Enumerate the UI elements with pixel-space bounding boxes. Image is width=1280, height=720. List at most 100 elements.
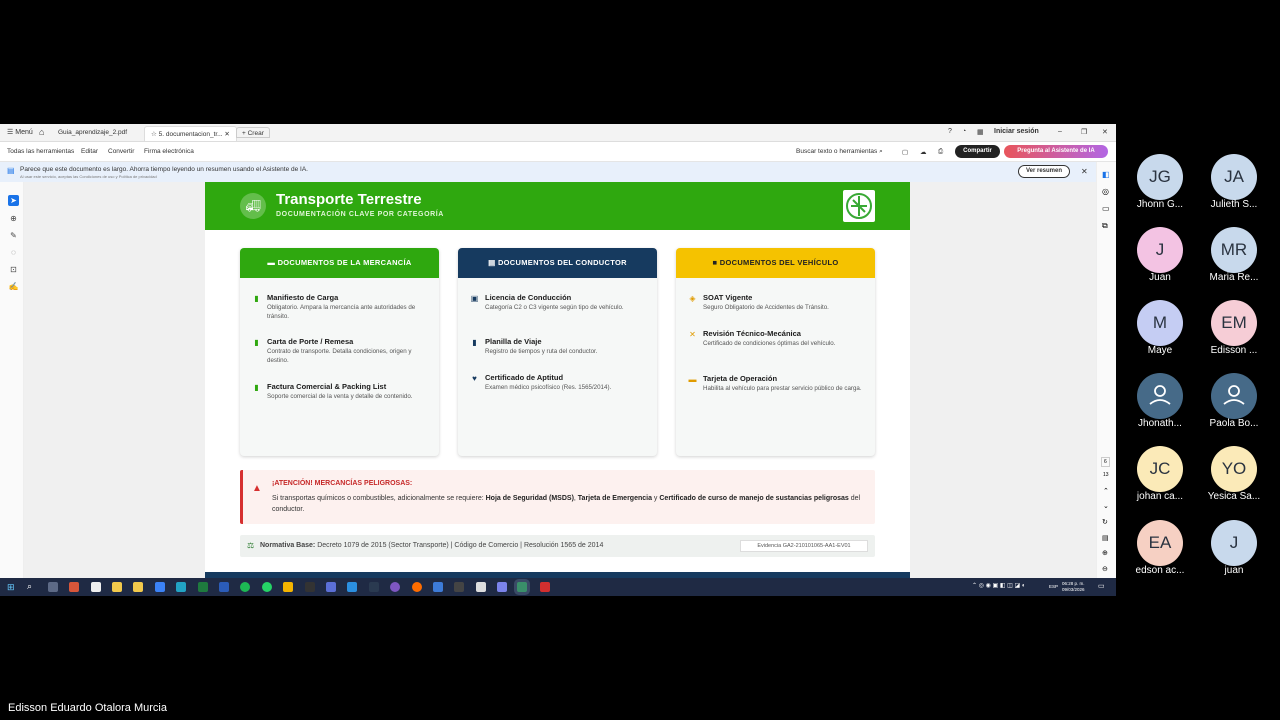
app-icon[interactable] [91, 582, 101, 592]
acrobat-icon[interactable] [540, 582, 550, 592]
participant-tile[interactable]: J Juan [1128, 227, 1192, 291]
start-icon[interactable]: ⊞ [7, 582, 15, 592]
maximize-icon[interactable]: ❐ [1081, 128, 1087, 136]
ai-panel-icon[interactable]: ◧ [1102, 170, 1110, 179]
cloud-upload-icon[interactable]: ☁ [920, 148, 927, 156]
bookmark-icon[interactable]: ▭ [1102, 204, 1110, 213]
document-icon: ▤ [7, 166, 15, 175]
zoom-out-icon[interactable]: ⊖ [1102, 565, 1108, 573]
participant-tile[interactable]: EM Edisson ... [1202, 300, 1266, 364]
ai-assistant-button[interactable]: Pregunta al Asistente de IA [1004, 145, 1108, 158]
signature-icon[interactable]: ✍ [8, 281, 19, 292]
document-viewer[interactable]: 🚚︎ Transporte Terrestre DOCUMENTACIÓN CL… [24, 182, 1096, 578]
bell-icon[interactable]: ◔ [962, 128, 966, 135]
browser-icon[interactable] [69, 582, 79, 592]
hero-banner: 🚚︎ Transporte Terrestre DOCUMENTACIÓN CL… [205, 182, 910, 230]
edit-menu[interactable]: Editar [81, 148, 98, 155]
app-icon[interactable] [433, 582, 443, 592]
esign-menu[interactable]: Firma electrónica [144, 148, 194, 155]
avatar [1211, 373, 1257, 419]
chevron-up-icon[interactable]: ⌃ [1103, 487, 1109, 495]
comment-icon[interactable]: ◎ [1102, 187, 1109, 196]
clock[interactable]: 06:28 p. m. 09/03/2026 [1062, 581, 1085, 593]
notification-icon[interactable]: ▭ [1098, 582, 1105, 590]
page-icon[interactable]: ▢ [902, 148, 908, 156]
tab-label: 5. documentacion_tr... [158, 131, 223, 138]
participant-name: Maria Re... [1209, 272, 1259, 283]
view-summary-button[interactable]: Ver resumen [1018, 165, 1070, 178]
create-tab-button[interactable]: + Crear [236, 127, 270, 138]
current-page[interactable]: 6 [1101, 457, 1110, 467]
print-icon[interactable]: ⎙ [938, 148, 943, 156]
participant-tile[interactable]: Paola Bo... [1202, 373, 1266, 437]
files-icon[interactable] [133, 582, 143, 592]
lasso-icon[interactable]: ◌ [8, 247, 19, 258]
banner-terms[interactable]: Al usar este servicio, aceptas las Condi… [20, 174, 157, 179]
notes-icon[interactable] [283, 582, 293, 592]
app-icon[interactable] [390, 582, 400, 592]
mail-icon[interactable] [155, 582, 165, 592]
login-link[interactable]: Iniciar sesión [994, 128, 1039, 135]
page-subtitle: DOCUMENTACIÓN CLAVE POR CATEGORÍA [276, 211, 444, 218]
participant-tile[interactable]: MR Maria Re... [1202, 227, 1266, 291]
tab-documentacion[interactable]: ☆ 5. documentacion_tr... ✕ [144, 126, 237, 141]
app-icon[interactable] [369, 582, 379, 592]
home-icon[interactable]: ⌂ [39, 127, 44, 137]
participant-tile[interactable]: J juan [1202, 520, 1266, 584]
zoom-in-icon[interactable]: ⊕ [1102, 549, 1108, 557]
vscode-icon[interactable] [347, 582, 357, 592]
app-icon[interactable] [476, 582, 486, 592]
menu-button[interactable]: ☰ Menú [7, 128, 33, 136]
close-window-icon[interactable]: ✕ [1102, 128, 1108, 136]
participant-tile[interactable]: Jhonath... [1128, 373, 1192, 437]
refresh-icon[interactable]: ↻ [1102, 518, 1108, 526]
app-icon[interactable] [454, 582, 464, 592]
cursor-icon[interactable]: ➤ [8, 195, 19, 206]
app-icon[interactable] [326, 582, 336, 592]
tray-icons[interactable]: ⌃ ◎ ◉ ▣ ◧ ◫ ◪ ◐ [972, 582, 1025, 589]
pages-icon[interactable]: ⧉ [1102, 221, 1108, 231]
participant-tile[interactable]: JG Jhonn G... [1128, 154, 1192, 218]
language-indicator[interactable]: ESP [1049, 584, 1058, 589]
doc-title: Revisión Técnico-Mecánica [703, 329, 801, 338]
text-select-icon[interactable]: ⊡ [8, 264, 19, 275]
chevron-down-icon[interactable]: ⌄ [1103, 502, 1109, 510]
excel-icon[interactable] [198, 582, 208, 592]
pen-icon[interactable]: ✎ [8, 230, 19, 241]
participant-tile[interactable]: JC johan ca... [1128, 446, 1192, 510]
app-icon[interactable] [412, 582, 422, 592]
tab-label: Crear [247, 130, 264, 137]
share-button[interactable]: Compartir [955, 145, 1000, 158]
search-icon[interactable]: ⌕ [27, 581, 32, 592]
teams-icon[interactable] [497, 582, 507, 592]
card-conductor: ▤ DOCUMENTOS DEL CONDUCTOR ▣ Licencia de… [458, 248, 657, 456]
word-icon[interactable] [219, 582, 229, 592]
all-tools-menu[interactable]: Todas las herramientas [7, 148, 74, 155]
apps-icon[interactable]: ▦ [977, 128, 984, 136]
spotify-icon[interactable] [240, 582, 250, 592]
terminal-icon[interactable] [305, 582, 315, 592]
clock-date: 09/03/2026 [1062, 587, 1085, 592]
participant-tile[interactable]: M Maye [1128, 300, 1192, 364]
close-tab-icon[interactable]: ✕ [224, 131, 229, 138]
search-tools[interactable]: Buscar texto o herramientas ⌕ [796, 148, 883, 156]
doc-title: Manifiesto de Carga [267, 293, 339, 302]
participant-tile[interactable]: JA Julieth S... [1202, 154, 1266, 218]
meet-icon[interactable] [517, 582, 527, 592]
task-view-icon[interactable] [48, 582, 58, 592]
save-icon[interactable]: ▤ [1102, 534, 1109, 542]
close-banner-icon[interactable]: ✕ [1081, 167, 1088, 176]
whatsapp-icon[interactable] [262, 582, 272, 592]
avatar: JG [1137, 154, 1183, 200]
heart-pulse-icon: ♥ [472, 374, 477, 383]
zoom-icon[interactable]: ⊕ [8, 213, 19, 224]
participant-tile[interactable]: EA edson ac... [1128, 520, 1192, 584]
edge-icon[interactable] [176, 582, 186, 592]
tab-guia[interactable]: Guia_aprendizaje_2.pdf [52, 126, 133, 141]
folder-icon[interactable] [112, 582, 122, 592]
convert-menu[interactable]: Convertir [108, 148, 134, 155]
doc-desc: Examen médico psicofísico (Res. 1565/201… [485, 384, 612, 391]
minimize-icon[interactable]: – [1058, 128, 1062, 135]
participant-tile[interactable]: YO Yesica Sa... [1202, 446, 1266, 510]
help-icon[interactable]: ? [948, 128, 952, 135]
